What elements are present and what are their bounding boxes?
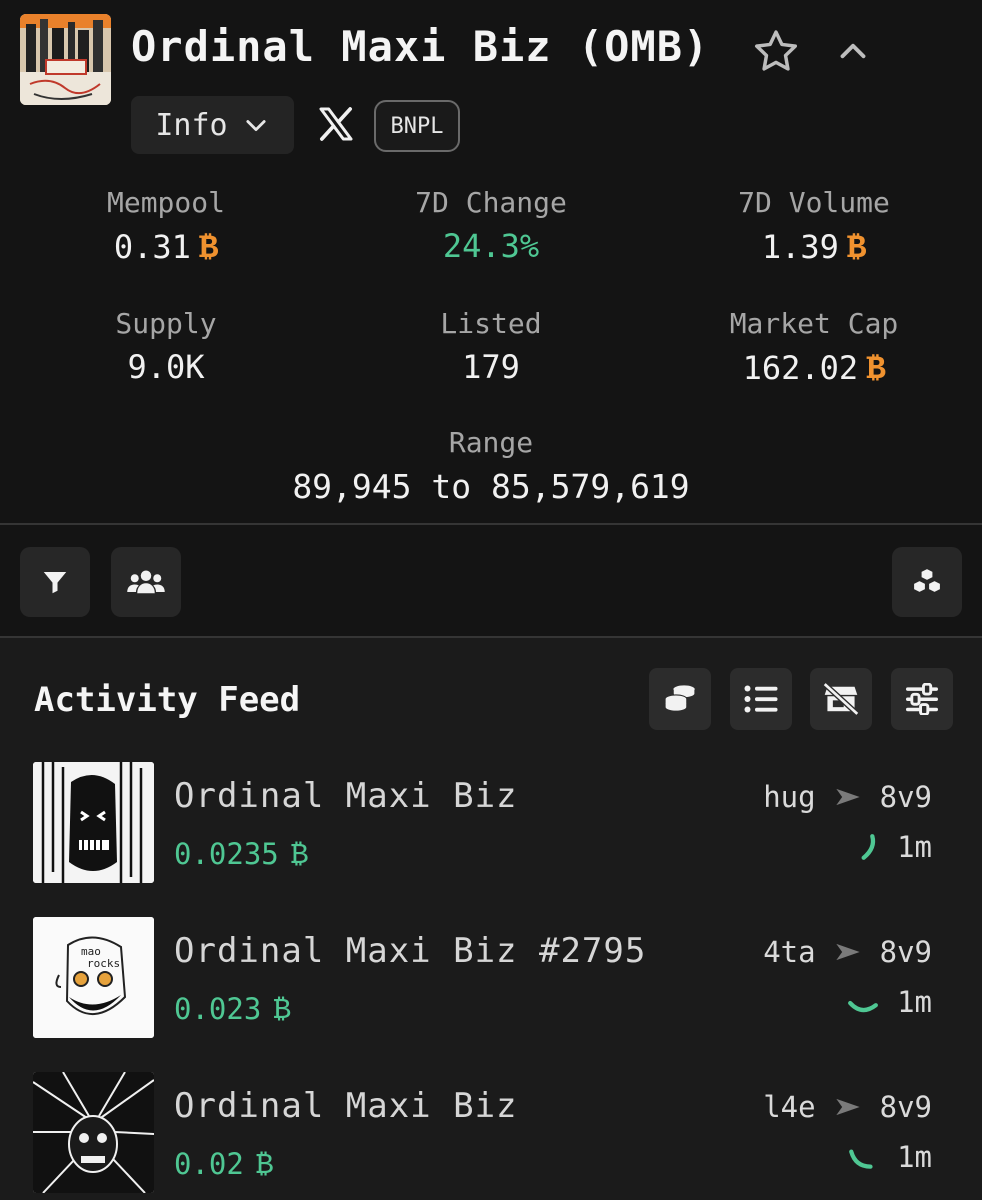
- stat-listed: Listed 179: [331, 307, 651, 386]
- stat-value: 9.0K: [6, 348, 326, 386]
- from-address[interactable]: l4e: [763, 1090, 815, 1124]
- time-value: 1m: [897, 1140, 932, 1174]
- activity-row[interactable]: Ordinal Maxi Biz 0.02 ₿ l4e 8v9 1m: [0, 1072, 982, 1200]
- inscription-name: Ordinal Maxi Biz: [174, 776, 518, 816]
- stat-label: Supply: [115, 307, 217, 340]
- price-value: 0.0235: [174, 837, 279, 871]
- divider: [0, 523, 982, 525]
- stat-value: 162.02 ₿: [654, 348, 974, 388]
- stat-number: 1.39: [761, 228, 839, 266]
- time-ago: 1m: [847, 1140, 932, 1174]
- users-icon: [127, 570, 165, 594]
- transfer-path: 4ta 8v9: [763, 935, 932, 969]
- bnpl-badge[interactable]: BNPL: [374, 100, 460, 152]
- bitcoin-icon: ₿: [273, 991, 291, 1025]
- hide-listings-button[interactable]: [810, 668, 872, 730]
- time-value: 1m: [897, 985, 932, 1019]
- stat-label: Range: [448, 426, 534, 459]
- filter-icon: [43, 572, 67, 594]
- price-value: 0.023: [174, 992, 262, 1026]
- inscription-name: Ordinal Maxi Biz: [174, 1086, 518, 1126]
- list-icon: [744, 685, 778, 713]
- activity-row[interactable]: mao rocks Ordinal Maxi Biz #2795 0.023 ₿…: [0, 917, 982, 1047]
- sale-price: 0.023 ₿: [174, 991, 291, 1027]
- feed-settings-button[interactable]: [891, 668, 953, 730]
- bitcoin-icon: ₿: [866, 348, 886, 386]
- sliders-icon: [906, 683, 938, 715]
- stat-value: 179: [331, 348, 651, 386]
- collection-logo: [20, 14, 111, 105]
- coins-icon: [664, 685, 696, 712]
- time-ago: 1m: [847, 985, 932, 1019]
- arrow-right-icon: [835, 1098, 860, 1116]
- activity-row[interactable]: Ordinal Maxi Biz 0.0235 ₿ hug 8v9 1m: [0, 762, 982, 892]
- transfer-path: l4e 8v9: [763, 1090, 932, 1124]
- time-value: 1m: [897, 830, 932, 864]
- stat-label: 7D Volume: [738, 186, 890, 219]
- activity-feed-panel: Activity Feed Ordinal Maxi Biz 0.0235 ₿ …: [0, 638, 982, 1200]
- transfer-path: hug 8v9: [763, 780, 932, 814]
- range-value: 89,945 to 85,579,619: [292, 467, 690, 506]
- favorite-star-icon[interactable]: [750, 26, 802, 78]
- bitcoin-icon: ₿: [255, 1146, 274, 1180]
- to-address[interactable]: 8v9: [880, 1090, 932, 1124]
- sale-price: 0.0235 ₿: [174, 836, 308, 872]
- price-value: 0.02: [174, 1147, 244, 1181]
- progress-ring-icon: [848, 1000, 879, 1013]
- info-label: Info: [155, 107, 228, 143]
- sale-price: 0.02 ₿: [174, 1146, 273, 1182]
- inscription-thumbnail: mao rocks: [33, 917, 154, 1038]
- sales-filter-button[interactable]: [649, 668, 711, 730]
- collapse-chevron-up-icon[interactable]: [832, 30, 874, 72]
- inscription-thumbnail: [33, 762, 154, 883]
- collection-header: Ordinal Maxi Biz (OMB) Info BNPL: [0, 0, 982, 160]
- arrow-right-icon: [835, 943, 860, 961]
- time-ago: 1m: [857, 830, 932, 864]
- stat-range: Range 89,945 to 85,579,619: [166, 426, 816, 506]
- stat-number: 162.02: [742, 349, 859, 387]
- stat-7d-volume: 7D Volume 1.39 ₿: [654, 186, 974, 267]
- blocks-button[interactable]: [892, 547, 962, 617]
- stat-supply: Supply 9.0K: [6, 307, 326, 386]
- stat-number: 0.31: [113, 228, 191, 266]
- progress-ring-icon: [849, 1149, 873, 1169]
- no-store-icon: [822, 682, 860, 716]
- bitcoin-icon: ₿: [846, 227, 867, 265]
- list-view-button[interactable]: [730, 668, 792, 730]
- stat-value: 0.31 ₿: [6, 227, 326, 267]
- bitcoin-icon: ₿: [198, 227, 219, 265]
- stat-label: 7D Change: [415, 186, 567, 219]
- stat-label: Market Cap: [729, 307, 899, 340]
- collection-title: Ordinal Maxi Biz (OMB): [131, 22, 710, 71]
- stat-number: 24.3%: [442, 227, 540, 265]
- svg-text:rocks: rocks: [87, 957, 120, 970]
- inscription-name: Ordinal Maxi Biz #2795: [174, 931, 647, 971]
- progress-ring-icon: [861, 834, 876, 860]
- stat-value: 24.3%: [331, 227, 651, 265]
- stat-mempool: Mempool 0.31 ₿: [6, 186, 326, 267]
- cubes-icon: [912, 567, 942, 594]
- to-address[interactable]: 8v9: [880, 935, 932, 969]
- arrow-right-icon: [835, 788, 860, 806]
- holders-button[interactable]: [111, 547, 181, 617]
- stat-7d-change: 7D Change 24.3%: [331, 186, 651, 265]
- filter-button[interactable]: [20, 547, 90, 617]
- stat-value: 1.39 ₿: [654, 227, 974, 267]
- stat-number: 179: [462, 348, 520, 386]
- stat-number: 9.0K: [127, 348, 205, 386]
- stat-label: Mempool: [106, 186, 225, 219]
- inscription-thumbnail: [33, 1072, 154, 1193]
- stat-label: Listed: [440, 307, 542, 340]
- activity-feed-title: Activity Feed: [34, 680, 301, 720]
- to-address[interactable]: 8v9: [880, 780, 932, 814]
- bitcoin-icon: ₿: [290, 836, 309, 870]
- chevron-down-icon: [246, 120, 266, 132]
- x-twitter-icon[interactable]: [316, 104, 356, 144]
- stat-market-cap: Market Cap 162.02 ₿: [654, 307, 974, 388]
- info-dropdown-button[interactable]: Info: [131, 96, 294, 154]
- from-address[interactable]: 4ta: [763, 935, 815, 969]
- from-address[interactable]: hug: [763, 780, 815, 814]
